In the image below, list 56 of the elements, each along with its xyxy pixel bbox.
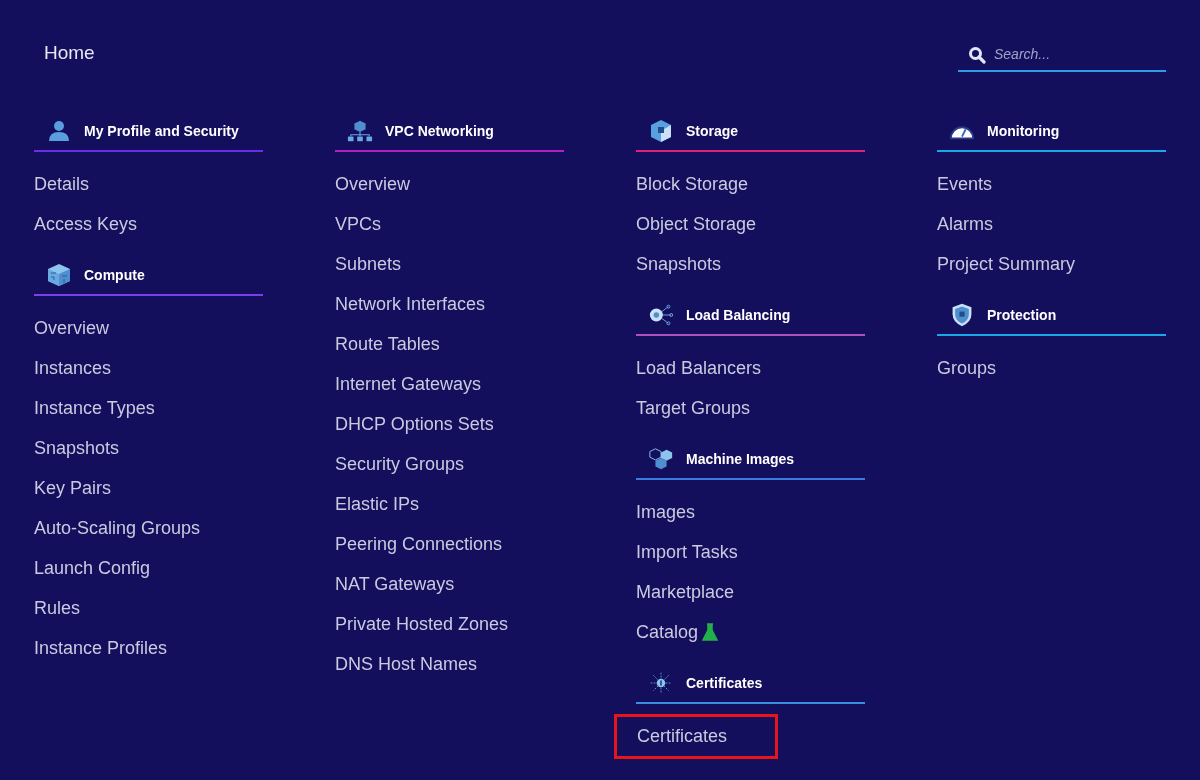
- menu-link[interactable]: Target Groups: [636, 397, 751, 419]
- section-title: Monitoring: [987, 123, 1060, 139]
- network-icon: [347, 119, 373, 143]
- menu-link[interactable]: Images: [636, 501, 696, 523]
- menu-link[interactable]: Overview: [335, 173, 410, 195]
- menu-link[interactable]: Instances: [34, 357, 112, 379]
- search-field[interactable]: Search...: [958, 38, 1166, 72]
- menu-link[interactable]: Subnets: [335, 253, 402, 275]
- page-title: Home: [44, 42, 95, 64]
- menu-link[interactable]: Snapshots: [34, 437, 120, 459]
- menu-link[interactable]: Marketplace: [636, 581, 735, 603]
- menu-link[interactable]: Alarms: [937, 213, 993, 235]
- menu-link[interactable]: Block Storage: [636, 173, 749, 195]
- menu-link[interactable]: Elastic IPs: [335, 493, 420, 515]
- search-icon: [968, 46, 986, 64]
- section-title: Compute: [84, 267, 145, 283]
- menu-link[interactable]: Catalog: [636, 621, 699, 643]
- menu-link[interactable]: Internet Gateways: [335, 373, 482, 395]
- menu-link[interactable]: Groups: [937, 357, 997, 379]
- cubes-icon: [648, 447, 674, 471]
- menu-link[interactable]: Rules: [34, 597, 81, 619]
- menu-link[interactable]: Object Storage: [636, 213, 757, 235]
- menu-link[interactable]: Access Keys: [34, 213, 138, 235]
- section-title: Protection: [987, 307, 1057, 323]
- section-title: Load Balancing: [686, 307, 791, 323]
- menu-link[interactable]: Network Interfaces: [335, 293, 486, 315]
- menu-link[interactable]: NAT Gateways: [335, 573, 455, 595]
- menu-link[interactable]: Key Pairs: [34, 477, 112, 499]
- cube-icon: [46, 263, 72, 287]
- menu-link[interactable]: Route Tables: [335, 333, 440, 355]
- menu-link[interactable]: Events: [937, 173, 993, 195]
- menu-link[interactable]: DNS Host Names: [335, 653, 478, 675]
- menu-link[interactable]: Load Balancers: [636, 357, 762, 379]
- menu-link[interactable]: Import Tasks: [636, 541, 738, 563]
- hub-icon: [648, 303, 674, 327]
- section-title: VPC Networking: [385, 123, 494, 139]
- menu-link[interactable]: Security Groups: [335, 453, 465, 475]
- section-title: Machine Images: [686, 451, 795, 467]
- menu-link[interactable]: Overview: [34, 317, 109, 339]
- person-icon: [46, 119, 72, 143]
- menu-link[interactable]: Project Summary: [937, 253, 1076, 275]
- menu-link[interactable]: VPCs: [335, 213, 381, 235]
- section-title: Certificates: [686, 675, 763, 691]
- menu-link[interactable]: Details: [34, 173, 90, 195]
- menu-link[interactable]: Instance Profiles: [34, 637, 168, 659]
- menu-link[interactable]: Auto-Scaling Groups: [34, 517, 201, 539]
- section-title: Storage: [686, 123, 739, 139]
- menu-link[interactable]: Certificates: [614, 713, 778, 759]
- menu-link[interactable]: Snapshots: [636, 253, 722, 275]
- menu-link[interactable]: Peering Connections: [335, 533, 503, 555]
- section-title: My Profile and Security: [84, 123, 239, 139]
- menu-link[interactable]: Instance Types: [34, 397, 155, 419]
- cube-icon: [648, 119, 674, 143]
- menu-link[interactable]: Launch Config: [34, 557, 151, 579]
- menu-link[interactable]: Private Hosted Zones: [335, 613, 509, 635]
- menu-link[interactable]: DHCP Options Sets: [335, 413, 494, 435]
